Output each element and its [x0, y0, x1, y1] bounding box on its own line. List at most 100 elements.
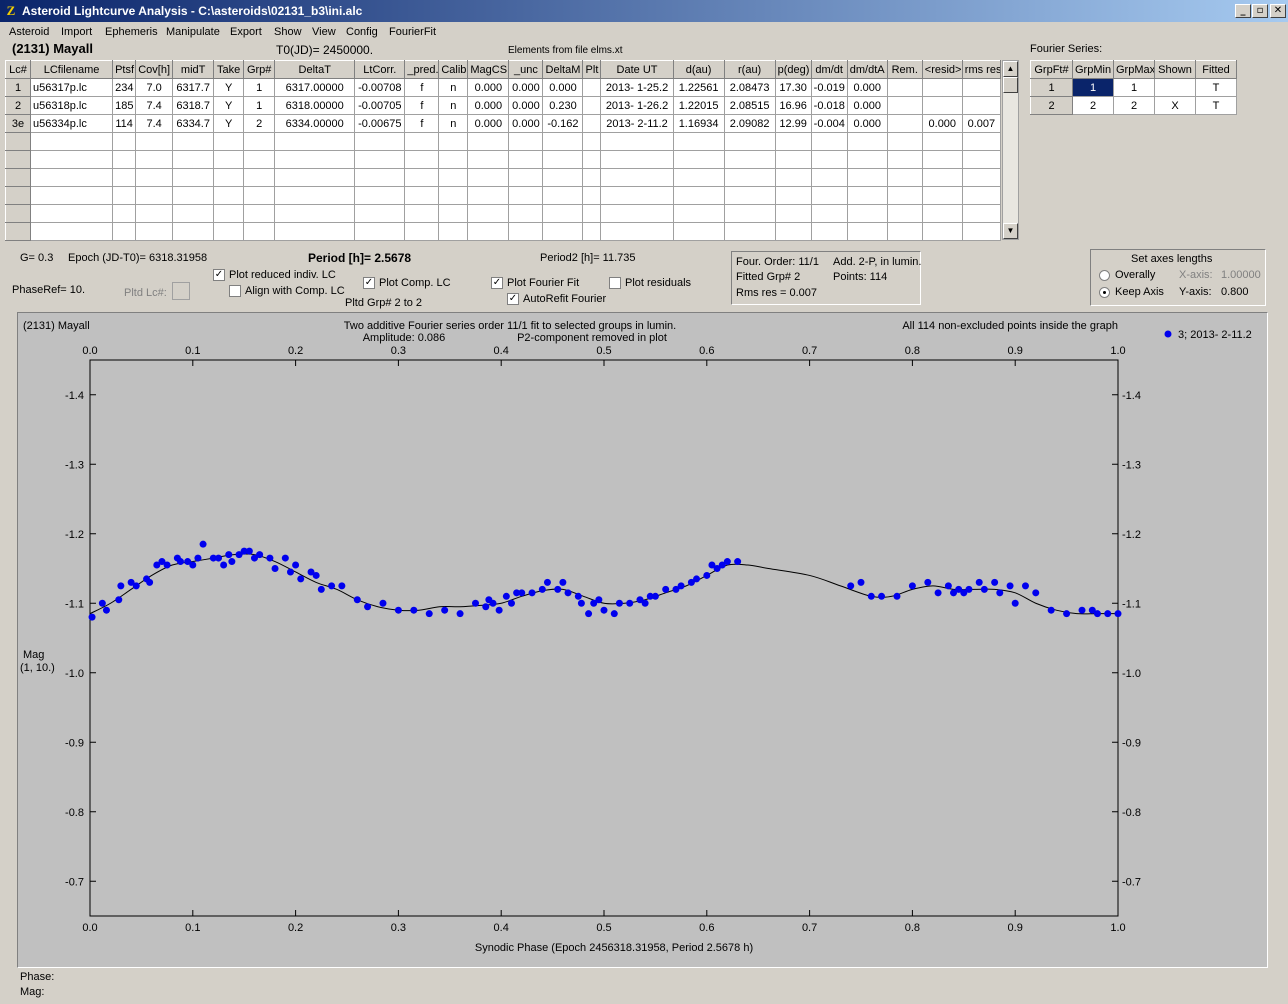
table-cell[interactable]: 234 [112, 78, 137, 97]
table-cell[interactable] [404, 150, 440, 169]
table-cell[interactable] [213, 168, 245, 187]
table-cell[interactable] [921, 222, 963, 241]
plot-comp-checkbox[interactable]: ✓ Plot Comp. LC [363, 277, 451, 290]
table-cell[interactable] [438, 168, 469, 187]
table-cell[interactable]: u56318p.lc [30, 96, 114, 115]
table-cell[interactable] [354, 186, 406, 205]
table-row[interactable]: 3e u56334p.lc 114 7.4 6334.7 Y 2 6334.00000 -0.0… [4, 114, 1002, 133]
empty-row[interactable] [4, 168, 1002, 187]
table-cell[interactable] [542, 204, 584, 223]
table-cell[interactable] [438, 132, 469, 151]
fs-column-header[interactable]: Fitted [1195, 60, 1237, 79]
column-header[interactable]: Take [213, 60, 245, 79]
table-cell[interactable] [135, 204, 174, 223]
table-cell[interactable]: 1 [243, 96, 276, 115]
minimize-button[interactable]: _ [1235, 4, 1251, 18]
table-cell[interactable]: 1 [4, 78, 32, 97]
table-cell[interactable] [810, 186, 848, 205]
table-cell[interactable] [723, 168, 776, 187]
table-cell[interactable]: 6334.7 [172, 114, 215, 133]
table-cell[interactable]: 1.16934 [672, 114, 725, 133]
table-cell[interactable]: -0.00708 [354, 78, 406, 97]
table-cell[interactable]: -0.004 [810, 114, 848, 133]
table-cell[interactable] [672, 132, 725, 151]
column-header[interactable]: dm/dtA [846, 60, 888, 79]
scroll-thumb[interactable] [1003, 77, 1018, 93]
table-cell[interactable] [172, 204, 215, 223]
table-cell[interactable] [600, 204, 674, 223]
table-cell[interactable] [582, 168, 602, 187]
menu-asteroid[interactable]: Asteroid [9, 26, 49, 38]
table-cell[interactable] [404, 222, 440, 241]
fs-cell[interactable]: T [1195, 96, 1237, 115]
table-cell[interactable] [213, 204, 245, 223]
table-cell[interactable] [274, 186, 356, 205]
table-cell[interactable]: 0.007 [961, 114, 1002, 133]
table-cell[interactable] [542, 150, 584, 169]
table-cell[interactable] [135, 132, 174, 151]
table-cell[interactable] [243, 222, 276, 241]
table-cell[interactable] [774, 168, 812, 187]
autorefit-checkbox[interactable]: ✓ AutoRefit Fourier [507, 293, 606, 306]
table-cell[interactable]: 6318.7 [172, 96, 215, 115]
table-cell[interactable] [274, 150, 356, 169]
table-cell[interactable] [961, 96, 1002, 115]
table-cell[interactable] [354, 168, 406, 187]
table-cell[interactable] [30, 204, 114, 223]
table-cell[interactable]: 0.000 [467, 96, 510, 115]
column-header[interactable]: midT [172, 60, 215, 79]
table-cell[interactable] [213, 222, 245, 241]
table-cell[interactable] [582, 96, 602, 115]
column-header[interactable]: Ptsf [112, 60, 137, 79]
column-header[interactable]: Lc# [4, 60, 32, 79]
table-cell[interactable] [354, 222, 406, 241]
table-cell[interactable] [774, 132, 812, 151]
menu-config[interactable]: Config [346, 26, 378, 38]
plot-fourier-checkbox[interactable]: ✓ Plot Fourier Fit [491, 277, 579, 290]
table-cell[interactable] [467, 186, 510, 205]
table-cell[interactable]: -0.019 [810, 78, 848, 97]
column-header[interactable]: DeltaT [274, 60, 356, 79]
table-row[interactable]: 1 u56317p.lc 234 7.0 6317.7 Y 1 6317.00000 -0.00… [4, 78, 1002, 97]
table-cell[interactable] [112, 168, 137, 187]
empty-row[interactable] [4, 204, 1002, 223]
table-cell[interactable] [961, 204, 1002, 223]
table-cell[interactable] [582, 204, 602, 223]
column-header[interactable]: MagCS [467, 60, 510, 79]
table-cell[interactable]: 2 [243, 114, 276, 133]
table-cell[interactable] [846, 204, 888, 223]
table-cell[interactable] [172, 186, 215, 205]
column-header[interactable]: d(au) [672, 60, 725, 79]
table-cell[interactable] [467, 204, 510, 223]
table-cell[interactable]: 0.000 [846, 78, 888, 97]
table-cell[interactable] [723, 132, 776, 151]
table-cell[interactable] [810, 168, 848, 187]
menu-export[interactable]: Export [230, 26, 262, 38]
table-cell[interactable] [112, 132, 137, 151]
table-cell[interactable] [886, 204, 923, 223]
table-cell[interactable] [600, 150, 674, 169]
column-header[interactable]: LtCorr. [354, 60, 406, 79]
empty-row[interactable] [4, 150, 1002, 169]
table-cell[interactable] [112, 204, 137, 223]
table-cell[interactable]: 0.000 [846, 114, 888, 133]
table-cell[interactable] [723, 204, 776, 223]
table-cell[interactable] [508, 150, 544, 169]
table-cell[interactable]: 1.22561 [672, 78, 725, 97]
table-cell[interactable] [886, 78, 923, 97]
table-cell[interactable] [30, 132, 114, 151]
table-cell[interactable] [600, 186, 674, 205]
table-cell[interactable] [4, 204, 32, 223]
table-cell[interactable] [243, 186, 276, 205]
table-cell[interactable]: 0.000 [508, 114, 544, 133]
table-cell[interactable] [921, 132, 963, 151]
table-cell[interactable]: 12.99 [774, 114, 812, 133]
table-cell[interactable] [846, 222, 888, 241]
table-cell[interactable] [582, 114, 602, 133]
table-cell[interactable] [582, 78, 602, 97]
table-cell[interactable]: 2013- 2-11.2 [600, 114, 674, 133]
table-cell[interactable]: -0.162 [542, 114, 584, 133]
plot-reduced-checkbox[interactable]: ✓ Plot reduced indiv. LC [213, 269, 336, 282]
table-cell[interactable] [810, 150, 848, 169]
table-cell[interactable] [4, 186, 32, 205]
